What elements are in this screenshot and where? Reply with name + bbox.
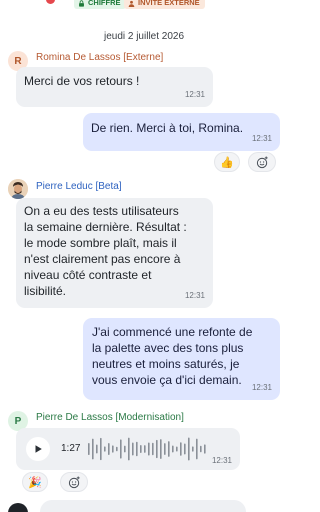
waveform-bar	[112, 445, 114, 453]
waveform-bar	[136, 441, 138, 457]
status-dot	[46, 0, 55, 4]
reaction-party[interactable]: 🎉	[22, 472, 48, 492]
person-icon	[128, 0, 135, 7]
message-text: Merci de vos retours !	[24, 74, 140, 88]
date-separator: jeudi 2 juillet 2026	[103, 31, 185, 42]
waveform-bar	[100, 437, 102, 461]
message-text: De rien. Merci à toi, Romina.	[91, 121, 244, 135]
message-bubble-outgoing[interactable]: De rien. Merci à toi, Romina. 12:31	[83, 113, 280, 151]
external-guest-badge-label: INVITÉ EXTERNE	[138, 0, 200, 7]
add-reaction-button[interactable]	[60, 472, 88, 492]
waveform-bar	[188, 437, 190, 461]
waveform-bar	[180, 442, 182, 456]
sender-name-romina[interactable]: Romina De Lassos [Externe]	[36, 52, 163, 63]
message-text: J'ai commencé une refonte de la palette …	[92, 325, 253, 387]
composer-add-button[interactable]	[8, 503, 28, 512]
waveform-bar	[200, 445, 202, 453]
message-bubble-incoming[interactable]: Merci de vos retours ! 12:31	[16, 67, 213, 107]
sender-name-pierre-leduc[interactable]: Pierre Leduc [Beta]	[36, 181, 122, 192]
message-time: 12:31	[251, 383, 272, 392]
waveform-bar	[152, 442, 154, 456]
waveform-bar	[144, 445, 146, 453]
encrypted-badge-label: CHIFFRÉ	[88, 0, 121, 7]
waveform-bar	[132, 442, 134, 456]
waveform-bar	[168, 441, 170, 457]
message-time: 12:31	[184, 90, 205, 99]
voice-message[interactable]: 1:27 12:31	[16, 428, 240, 470]
smiley-add-icon	[68, 475, 80, 488]
waveform-bar	[124, 445, 126, 453]
play-button[interactable]	[26, 437, 50, 461]
user-photo-icon	[8, 179, 28, 199]
waveform-bar	[164, 443, 166, 455]
message-text: On a eu des tests utilisateurs la semain…	[24, 204, 187, 298]
reaction-thumbs-up[interactable]: 👍	[214, 152, 240, 172]
encrypted-badge: CHIFFRÉ	[74, 0, 126, 9]
message-bubble-outgoing[interactable]: J'ai commencé une refonte de la palette …	[83, 318, 280, 400]
waveform-bar	[116, 446, 118, 452]
smiley-add-icon	[256, 155, 268, 168]
waveform-bar	[108, 443, 110, 455]
add-reaction-button[interactable]	[248, 152, 276, 172]
waveform-bar	[172, 445, 174, 453]
thumbs-up-emoji: 👍	[220, 156, 234, 169]
waveform-bar	[176, 446, 178, 452]
message-time: 12:31	[184, 291, 205, 300]
waveform-bar	[156, 439, 158, 459]
waveform-bar	[120, 439, 122, 459]
waveform-bar	[128, 437, 130, 461]
waveform-bar	[184, 443, 186, 455]
conversation-header: CHIFFRÉ INVITÉ EXTERNE	[0, 0, 288, 12]
play-icon	[35, 445, 42, 453]
waveform-bar	[148, 442, 150, 456]
waveform-bar	[96, 444, 98, 454]
waveform-bar	[204, 444, 206, 454]
message-time: 12:31	[211, 456, 232, 465]
message-bubble-incoming[interactable]: On a eu des tests utilisateurs la semain…	[16, 198, 213, 308]
waveform-bar	[140, 445, 142, 453]
voice-duration: 1:27	[61, 443, 81, 454]
waveform-bar	[88, 443, 90, 455]
avatar-pierre-leduc[interactable]	[8, 179, 28, 199]
waveform-bar	[104, 446, 106, 452]
lock-icon	[79, 0, 84, 7]
external-guest-badge: INVITÉ EXTERNE	[124, 0, 205, 9]
waveform-bar	[160, 439, 162, 459]
message-input[interactable]	[40, 500, 246, 512]
message-time: 12:31	[251, 134, 272, 143]
waveform-bar	[92, 438, 94, 460]
waveform-bar	[192, 446, 194, 452]
waveform[interactable]	[88, 434, 208, 464]
party-emoji: 🎉	[28, 476, 42, 489]
sender-name-pierre-de-lassos[interactable]: Pierre De Lassos [Modernisation]	[36, 412, 184, 423]
waveform-bar	[196, 438, 198, 460]
